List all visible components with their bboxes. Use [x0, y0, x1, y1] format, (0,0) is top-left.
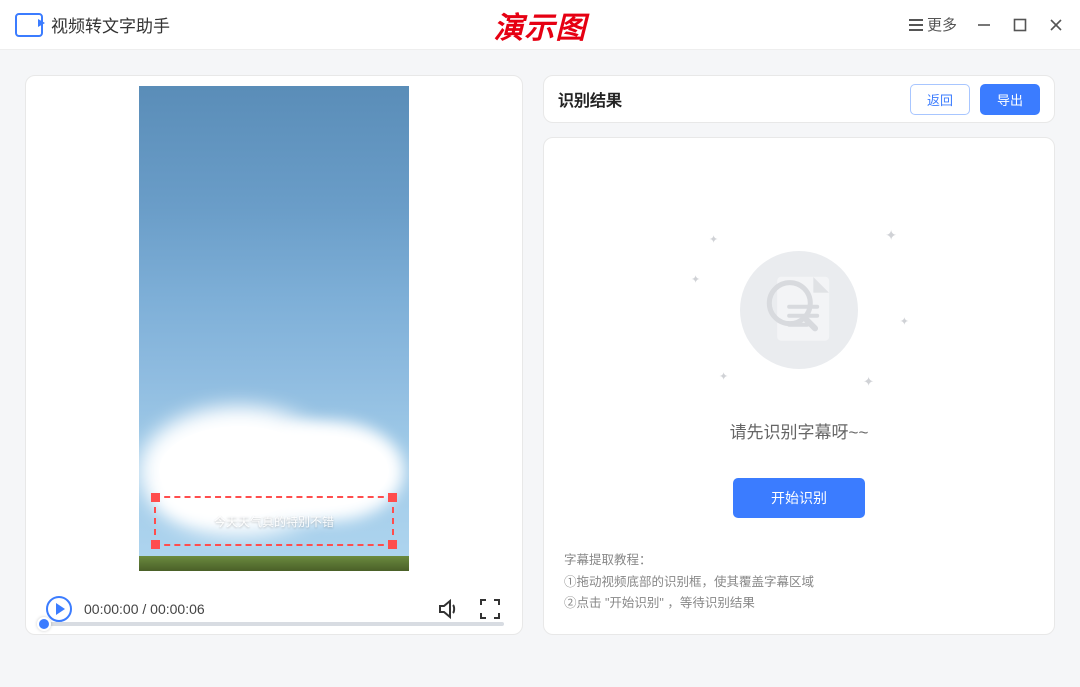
- maximize-button[interactable]: [1011, 16, 1029, 34]
- empty-illustration: ✦ ✦ ✦ ✦ ✦ ✦: [689, 225, 909, 395]
- resize-handle-tl[interactable]: [151, 493, 160, 502]
- time-display: 00:00:00 / 00:00:06: [84, 601, 205, 617]
- window-controls: 更多: [909, 14, 1065, 35]
- star-icon: ✦: [691, 273, 700, 286]
- progress-thumb[interactable]: [37, 617, 51, 631]
- result-title: 识别结果: [558, 87, 622, 111]
- result-body: ✦ ✦ ✦ ✦ ✦ ✦ 请先识别字幕呀~~: [543, 137, 1055, 635]
- tutorial-title: 字幕提取教程：: [564, 550, 1034, 571]
- star-icon: ✦: [900, 315, 909, 328]
- video-preview[interactable]: 今天天气真的特别不错: [41, 86, 507, 584]
- fullscreen-icon[interactable]: [478, 597, 502, 621]
- ground: [139, 556, 409, 571]
- star-icon: ✦: [885, 227, 897, 244]
- volume-icon[interactable]: [436, 597, 460, 621]
- result-header-bar: 识别结果 返回 导出: [543, 75, 1055, 123]
- resize-handle-tr[interactable]: [388, 493, 397, 502]
- video-controls: 00:00:00 / 00:00:06: [41, 584, 507, 634]
- back-button[interactable]: 返回: [910, 84, 970, 115]
- result-column: 识别结果 返回 导出 ✦ ✦ ✦ ✦ ✦ ✦: [543, 75, 1055, 635]
- play-button[interactable]: [46, 596, 72, 622]
- minimize-icon: [976, 17, 992, 33]
- close-button[interactable]: [1047, 16, 1065, 34]
- subtitle-selection-box[interactable]: 今天天气真的特别不错: [154, 496, 394, 546]
- subtitle-text: 今天天气真的特别不错: [214, 513, 334, 530]
- empty-text: 请先识别字幕呀~~: [730, 418, 869, 443]
- main-content: 今天天气真的特别不错 00:00:00 / 00:00:06 识别结果 返回 导…: [0, 50, 1080, 687]
- tutorial-step-2: ②点击 "开始识别" ，等待识别结果: [564, 593, 1034, 614]
- star-icon: ✦: [709, 233, 718, 246]
- app-logo-icon: [15, 13, 43, 37]
- resize-handle-br[interactable]: [388, 540, 397, 549]
- star-icon: ✦: [863, 374, 874, 390]
- menu-icon: [909, 19, 923, 31]
- more-label: 更多: [927, 14, 957, 35]
- resize-handle-bl[interactable]: [151, 540, 160, 549]
- video-panel: 今天天气真的特别不错 00:00:00 / 00:00:06: [25, 75, 523, 635]
- titlebar: 视频转文字助手 演示图 更多: [0, 0, 1080, 50]
- progress-bar[interactable]: [44, 622, 504, 626]
- empty-state: ✦ ✦ ✦ ✦ ✦ ✦ 请先识别字幕呀~~: [564, 193, 1034, 550]
- app-title: 视频转文字助手: [51, 12, 170, 37]
- video-frame: 今天天气真的特别不错: [139, 86, 409, 571]
- app-logo-area: 视频转文字助手: [15, 12, 170, 37]
- export-button[interactable]: 导出: [980, 84, 1040, 115]
- tutorial-step-1: ①拖动视频底部的识别框，使其覆盖字幕区域: [564, 572, 1034, 593]
- close-icon: [1048, 17, 1064, 33]
- star-icon: ✦: [719, 370, 728, 383]
- demo-watermark: 演示图: [494, 3, 587, 47]
- minimize-button[interactable]: [975, 16, 993, 34]
- more-button[interactable]: 更多: [909, 14, 957, 35]
- maximize-icon: [1013, 18, 1027, 32]
- start-recognition-button[interactable]: 开始识别: [733, 478, 865, 518]
- tutorial-text: 字幕提取教程： ①拖动视频底部的识别框，使其覆盖字幕区域 ②点击 "开始识别" …: [564, 550, 1034, 614]
